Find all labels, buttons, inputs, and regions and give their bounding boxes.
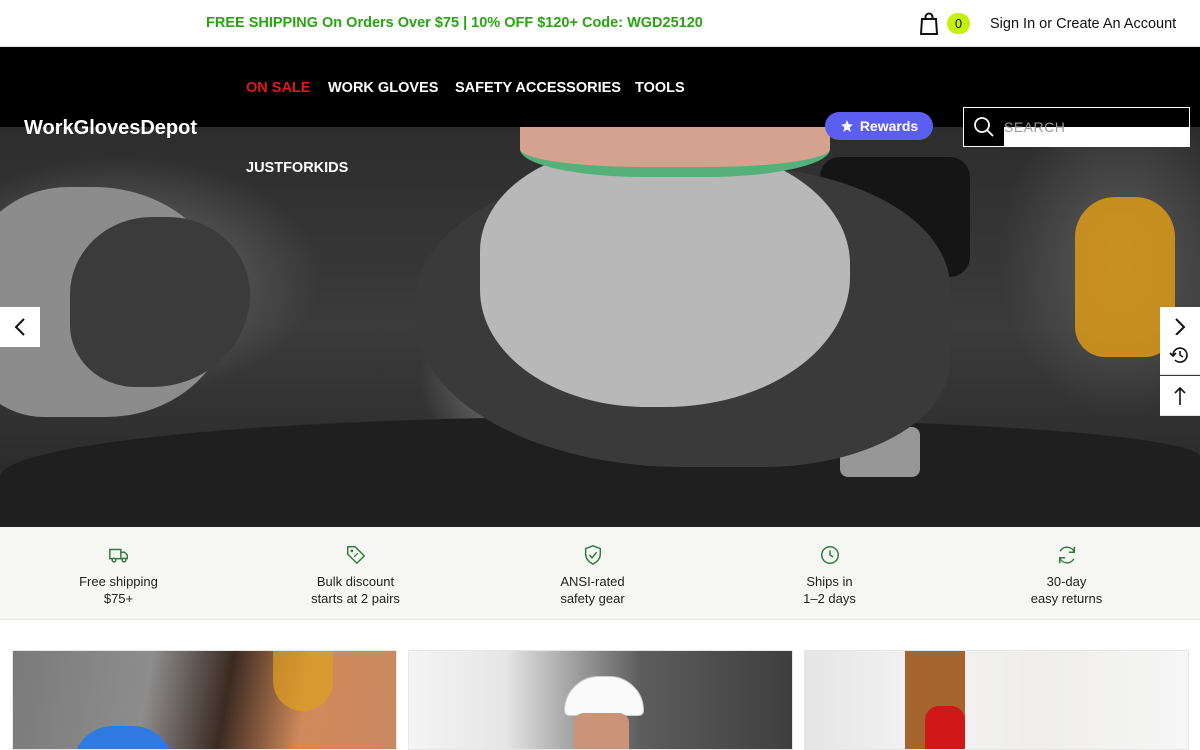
category-card-3[interactable] — [804, 650, 1189, 750]
feature-line1: 30-day — [1046, 574, 1087, 589]
shield-check-icon — [584, 545, 601, 566]
feature-line1: Free shipping — [79, 574, 158, 589]
feature-line1: Bulk discount — [316, 574, 395, 589]
category-card-2[interactable] — [408, 650, 793, 750]
carousel-prev-button[interactable] — [0, 307, 40, 347]
feature-line2: $75+ — [103, 591, 134, 606]
tag-icon — [346, 546, 365, 564]
nav-work-gloves[interactable]: WORK GLOVES — [328, 80, 438, 96]
refresh-icon — [1058, 546, 1075, 564]
search-input[interactable] — [1004, 108, 1189, 146]
site-logo[interactable]: WorkGlovesDepot — [24, 117, 197, 140]
feature-ansi-rated: ANSI-rated safety gear — [474, 527, 711, 619]
shopping-bag-icon[interactable] — [918, 12, 940, 36]
category-card-1[interactable] — [12, 650, 397, 750]
star-icon — [840, 120, 853, 132]
nav-on-sale[interactable]: ON SALE — [246, 80, 310, 96]
clock-icon — [820, 546, 839, 564]
rewards-label: Rewards — [859, 118, 919, 134]
promo-text: FREE SHIPPING On Orders Over $75 | 10% O… — [206, 15, 703, 31]
search-button[interactable] — [964, 108, 1004, 146]
announcement-bar: FREE SHIPPING On Orders Over $75 | 10% O… — [0, 0, 1200, 47]
feature-line1: ANSI-rated — [560, 574, 625, 589]
back-to-top-button[interactable] — [1160, 376, 1200, 416]
chevron-right-icon — [1175, 317, 1186, 336]
features-strip: Free shipping $75+ Bulk discount starts … — [0, 527, 1200, 620]
feature-line2: safety gear — [560, 591, 625, 606]
arrow-up-icon — [1174, 386, 1186, 405]
history-icon — [1169, 346, 1188, 363]
feature-ships-fast: Ships in 1–2 days — [711, 527, 948, 619]
nav-tools[interactable]: TOOLS — [635, 80, 685, 96]
feature-free-shipping: Free shipping $75+ — [0, 527, 237, 619]
search-box — [963, 107, 1190, 147]
cart-count-badge[interactable]: 0 — [947, 13, 970, 34]
nav-safety-accessories[interactable]: SAFETY ACCESSORIES — [455, 80, 621, 96]
feature-line1: Ships in — [806, 574, 853, 589]
search-icon — [974, 117, 994, 137]
feature-bulk-discount: Bulk discount starts at 2 pairs — [237, 527, 474, 619]
feature-line2: starts at 2 pairs — [311, 591, 400, 606]
rewards-button[interactable]: Rewards — [825, 112, 933, 140]
nav-justforkids[interactable]: JUSTFORKIDS — [246, 160, 348, 176]
recently-viewed-button[interactable] — [1160, 335, 1200, 375]
feature-line2: easy returns — [1030, 591, 1103, 606]
truck-icon — [108, 548, 128, 563]
chevron-left-icon — [14, 318, 25, 336]
feature-easy-returns: 30-day easy returns — [948, 527, 1185, 619]
sign-in-link[interactable]: Sign In or Create An Account — [990, 16, 1176, 32]
feature-line2: 1–2 days — [803, 591, 856, 606]
hero-banner-image — [0, 127, 1200, 527]
